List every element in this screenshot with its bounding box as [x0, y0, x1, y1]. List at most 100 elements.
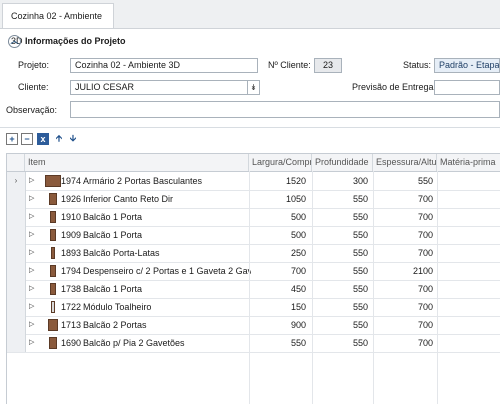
cell-largura: 700: [290, 266, 306, 276]
column-header-profundidade[interactable]: Profundidade: [312, 154, 373, 171]
item-name: Balcão Porta-Latas: [83, 248, 160, 258]
section-title: Informações do Projeto: [25, 36, 126, 46]
item-name: Balcão 2 Portas: [83, 320, 147, 330]
arrow-down-icon[interactable]: 🡫: [67, 133, 79, 145]
chevron-down-icon[interactable]: ↡: [247, 81, 259, 94]
item-name: Balcão 1 Porta: [83, 284, 143, 294]
item-name: Módulo Toalheiro: [83, 302, 152, 312]
cell-profundidade: 550: [352, 230, 368, 240]
cell-espessura: 700: [417, 230, 433, 240]
table-row[interactable]: › ▷ 1974 Armário 2 Portas Basculantes 1520 30…: [7, 172, 500, 191]
expand-row-icon[interactable]: ▷: [29, 262, 34, 280]
tab-cozinha-ambiente[interactable]: Cozinha 02 - Ambiente 3D: [2, 3, 114, 46]
cell-espessura: 2100: [412, 266, 433, 276]
row-indicator[interactable]: [7, 244, 26, 262]
row-indicator[interactable]: [7, 190, 26, 208]
column-header-item[interactable]: Item: [25, 154, 249, 171]
cell-profundidade: 550: [352, 284, 368, 294]
observacao-field[interactable]: [70, 101, 500, 118]
item-thumbnail: [48, 319, 58, 331]
item-name: Inferior Canto Reto Dir: [83, 194, 174, 204]
column-header-largura[interactable]: Largura/Compr: [249, 154, 312, 171]
projeto-field[interactable]: Cozinha 02 - Ambiente 3D: [70, 58, 258, 73]
item-code: 1722: [61, 302, 82, 312]
status-label: Status:: [403, 60, 432, 70]
header-indicator: [7, 154, 25, 171]
item-thumbnail: [50, 211, 56, 223]
item-code: 1794: [61, 266, 82, 276]
table-row[interactable]: ▷ 1893 Balcão Porta-Latas 250 550 700: [7, 244, 500, 263]
expand-all-icon[interactable]: +: [6, 133, 18, 145]
expand-row-icon[interactable]: ▷: [29, 172, 34, 190]
table-row[interactable]: ▷ 1910 Balcão 1 Porta 500 550 700: [7, 208, 500, 227]
cell-espessura: 700: [417, 248, 433, 258]
table-row[interactable]: ▷ 1738 Balcão 1 Porta 450 550 700: [7, 280, 500, 299]
table-row[interactable]: ▷ 1794 Despenseiro c/ 2 Portas e 1 Gaveta …: [7, 262, 500, 281]
item-code: 1910: [61, 212, 82, 222]
document-tab-bar: Cozinha 02 - Ambiente 3D: [0, 0, 500, 46]
expand-row-icon[interactable]: ▷: [29, 298, 34, 316]
cell-espessura: 700: [417, 302, 433, 312]
cell-espessura: 700: [417, 320, 433, 330]
expand-row-icon[interactable]: ▷: [29, 280, 34, 298]
cliente-dropdown[interactable]: JULIO CESAR ↡: [70, 80, 260, 95]
cell-profundidade: 550: [352, 320, 368, 330]
item-name: Balcão 1 Porta: [83, 212, 143, 222]
expand-row-icon[interactable]: ▷: [29, 316, 34, 334]
cell-profundidade: 550: [352, 248, 368, 258]
column-divider: [249, 171, 250, 404]
expand-row-icon[interactable]: ▷: [29, 208, 34, 226]
divider: [0, 127, 500, 128]
row-indicator[interactable]: [7, 226, 26, 244]
table-row[interactable]: ▷ 1713 Balcão 2 Portas 900 550 700: [7, 316, 500, 335]
table-row[interactable]: ▷ 1690 Balcão p/ Pia 2 Gavetões 550 550 700: [7, 334, 500, 353]
column-divider: [437, 171, 438, 404]
cell-espessura: 700: [417, 284, 433, 294]
expand-row-icon[interactable]: ▷: [29, 334, 34, 352]
row-indicator[interactable]: ›: [7, 172, 26, 190]
status-field[interactable]: Padrão - Etapa P: [434, 58, 500, 73]
row-indicator[interactable]: [7, 334, 26, 352]
item-thumbnail: [45, 175, 61, 187]
table-row[interactable]: ▷ 1722 Módulo Toalheiro 150 550 700: [7, 298, 500, 317]
column-header-materia[interactable]: Matéria-prima: [437, 154, 500, 171]
item-name: Despenseiro c/ 2 Portas e 1 Gaveta 2 Gav…: [83, 266, 251, 276]
cell-largura: 150: [290, 302, 306, 312]
cell-espessura: 700: [417, 212, 433, 222]
chevron-up-icon[interactable]: ︿: [8, 35, 21, 49]
item-thumbnail: [50, 229, 56, 241]
cell-largura: 500: [290, 230, 306, 240]
previsao-field[interactable]: [434, 80, 500, 95]
row-indicator[interactable]: [7, 298, 26, 316]
column-divider: [373, 171, 374, 404]
section-header[interactable]: ︿ Informações do Projeto: [8, 34, 126, 49]
arrow-up-icon[interactable]: 🡩: [53, 133, 65, 145]
cell-espessura: 700: [417, 338, 433, 348]
expand-row-icon[interactable]: ▷: [29, 244, 34, 262]
table-row[interactable]: ▷ 1926 Inferior Canto Reto Dir 1050 550 700: [7, 190, 500, 209]
expand-row-icon[interactable]: ▷: [29, 190, 34, 208]
cell-largura: 450: [290, 284, 306, 294]
previsao-label: Previsão de Entrega:: [352, 82, 437, 92]
projeto-label: Projeto:: [18, 60, 50, 70]
item-code: 1738: [61, 284, 82, 294]
collapse-all-icon[interactable]: −: [21, 133, 33, 145]
column-header-espessura[interactable]: Espessura/Altur: [373, 154, 437, 171]
item-name: Balcão 1 Porta: [83, 230, 143, 240]
row-indicator[interactable]: [7, 280, 26, 298]
item-thumbnail: [49, 193, 57, 205]
cell-largura: 1050: [285, 194, 306, 204]
item-thumbnail: [49, 337, 57, 349]
ncliente-field[interactable]: 23: [314, 58, 342, 73]
cell-largura: 250: [290, 248, 306, 258]
item-name: Balcão p/ Pia 2 Gavetões: [83, 338, 185, 348]
row-indicator[interactable]: [7, 316, 26, 334]
row-indicator[interactable]: [7, 262, 26, 280]
cell-profundidade: 550: [352, 212, 368, 222]
excel-icon[interactable]: x: [37, 133, 49, 145]
item-name: Armário 2 Portas Basculantes: [83, 176, 203, 186]
cell-largura: 1520: [285, 176, 306, 186]
expand-row-icon[interactable]: ▷: [29, 226, 34, 244]
table-row[interactable]: ▷ 1909 Balcão 1 Porta 500 550 700: [7, 226, 500, 245]
row-indicator[interactable]: [7, 208, 26, 226]
